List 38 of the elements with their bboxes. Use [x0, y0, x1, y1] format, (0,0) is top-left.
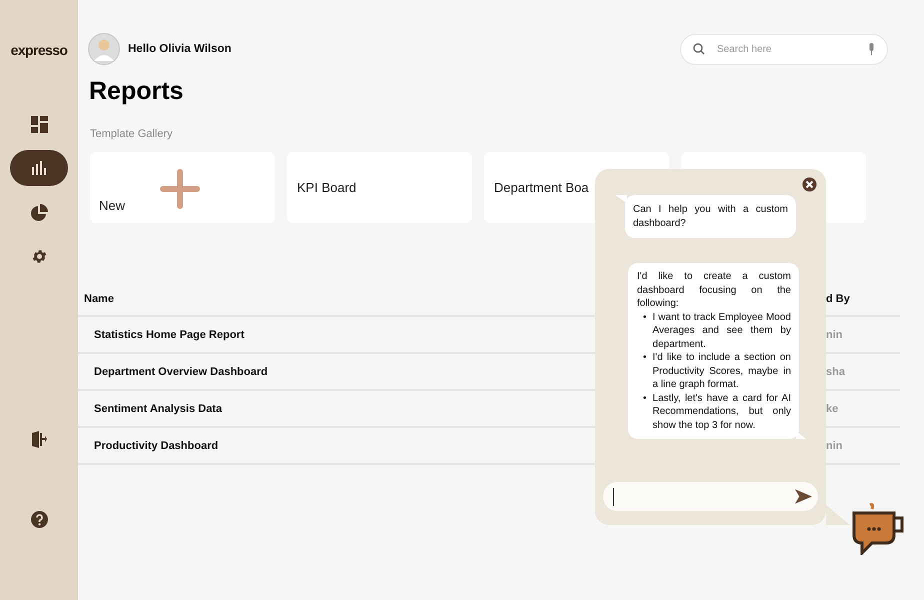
search-bar[interactable]: Search here	[680, 34, 888, 64]
microphone-icon	[868, 43, 875, 55]
message-bullet: I want to track Employee Mood Averages and see them by department.	[652, 310, 791, 351]
column-header: d By	[826, 293, 850, 305]
column-header: Name	[83, 293, 114, 305]
greeting: Hello Olivia Wilson	[128, 43, 232, 55]
message-text: I'd like to create a custom dashboard focusing on the following:	[637, 270, 791, 310]
dashboard-icon	[30, 116, 48, 132]
avatar	[88, 33, 120, 65]
bullet-marker: •	[643, 392, 647, 406]
table-cell: nin	[826, 328, 842, 340]
message-bullet: I'd like to include a section on Productivity Scores, maybe in a line graph format.	[652, 351, 791, 392]
plus-icon	[160, 169, 200, 209]
table-cell: nin	[826, 440, 842, 452]
nav-button[interactable]	[10, 150, 68, 186]
settings-icon	[30, 248, 48, 264]
table-cell-text: Department Overview Dashboard	[93, 366, 268, 378]
table-cell-text: Sentiment Analysis Data	[93, 402, 222, 414]
table-cell: ke	[826, 402, 838, 414]
table-cell-text: Statistics Home Page Report	[93, 328, 244, 340]
message-bullet: Lastly, let's have a card for AI Recommendations, but only show the top 3 for now.	[652, 392, 791, 432]
template-card[interactable]: KPI Board	[287, 152, 472, 223]
send-icon[interactable]	[795, 488, 812, 505]
table-cell: sha	[826, 366, 845, 378]
template-card[interactable]: New	[90, 152, 275, 223]
bar-chart-icon	[31, 160, 47, 176]
app-logo: expresso	[10, 42, 68, 58]
bullet-marker: •	[643, 310, 647, 324]
help-icon	[30, 510, 48, 528]
section-label: Template Gallery	[90, 128, 174, 140]
exit-door-icon	[31, 430, 47, 448]
page-title: Reports	[89, 77, 184, 106]
close-icon[interactable]	[802, 177, 817, 192]
pie-chart-icon	[30, 204, 48, 220]
bullet-marker: •	[643, 351, 647, 365]
table-cell-text: Productivity Dashboard	[93, 440, 218, 452]
search-icon	[693, 43, 705, 55]
search-field[interactable]: Search here	[715, 42, 858, 56]
